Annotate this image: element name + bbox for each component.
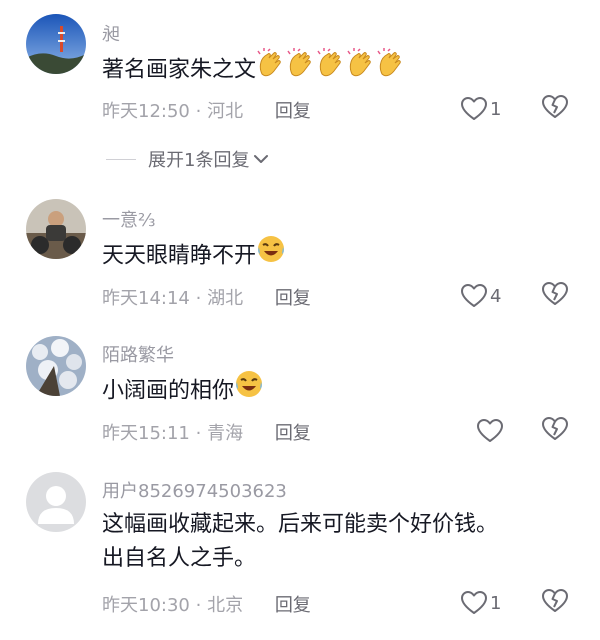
username[interactable]: 一意⅔ [102,206,155,232]
expand-replies-button[interactable]: 展开1条回复 [106,144,269,174]
clap-emoji-group [256,48,406,83]
divider-line [106,158,136,160]
dislike-button[interactable] [541,589,569,617]
meta-separator: · [195,423,202,444]
broken-heart-icon [541,416,569,446]
comment-meta: 昨天15:11 · 青海 回复 [102,419,311,445]
meta-separator: · [195,101,202,122]
heart-icon [476,418,504,444]
comment-time: 昨天10:30 [102,595,190,616]
laugh-cry-emoji [256,234,286,275]
comment-time: 昨天14:14 [102,288,190,309]
comment-text: 这幅画收藏起来。后来可能卖个好价钱。 出自名人之手。 [102,508,498,576]
comment-text: 天天眼睛睁不开 [102,236,286,275]
comment-location: 青海 [207,423,244,444]
comment-time: 昨天12:50 [102,101,190,122]
broken-heart-icon [541,588,569,618]
username[interactable]: 昶 [102,20,120,46]
avatar[interactable] [26,199,86,259]
comment-text-content: 著名画家朱之文 [102,57,257,83]
meta-separator: · [195,288,202,309]
comment-text-content: 天天眼睛睁不开 [102,243,257,269]
avatar[interactable] [26,472,86,532]
broken-heart-icon [541,94,569,124]
comment-meta: 昨天12:50 · 河北 回复 [102,97,311,123]
comment-text-content: 小阔画的相你 [102,378,235,404]
clap-emoji [316,48,346,89]
heart-icon [460,283,488,309]
avatar[interactable] [26,336,86,396]
comment-meta: 昨天10:30 · 北京 回复 [102,591,311,617]
heart-icon [460,96,488,122]
comment-text: 小阔画的相你 [102,371,264,410]
username[interactable]: 陌路繁华 [102,341,174,367]
like-button[interactable]: 1 [460,589,501,617]
dislike-button[interactable] [541,282,569,310]
like-button[interactable]: 4 [460,282,501,310]
expand-replies-label: 展开1条回复 [148,150,250,171]
comment-location: 湖北 [207,288,244,309]
heart-icon [460,590,488,616]
like-count: 4 [490,285,502,307]
clap-emoji [286,48,316,89]
broken-heart-icon [541,281,569,311]
dislike-button[interactable] [541,417,569,445]
comment-text: 著名画家朱之文 [102,48,406,89]
dislike-button[interactable] [541,95,569,123]
meta-separator: · [195,595,202,616]
clap-emoji [346,48,376,89]
reply-button[interactable]: 回复 [275,101,311,122]
like-button[interactable]: 1 [460,95,501,123]
like-button[interactable] [476,417,506,445]
comment-location: 北京 [207,595,244,616]
comment-meta: 昨天14:14 · 湖北 回复 [102,284,311,310]
avatar[interactable] [26,14,86,74]
like-count: 1 [490,592,502,614]
comment-text-line: 这幅画收藏起来。后来可能卖个好价钱。 [102,512,499,537]
clap-emoji [376,48,406,89]
reply-button[interactable]: 回复 [275,288,311,309]
reply-button[interactable]: 回复 [275,595,311,616]
laugh-cry-emoji [234,369,264,410]
username[interactable]: 用户8526974503623 [102,477,287,503]
comment-text-line: 出自名人之手。 [102,546,257,571]
chevron-down-icon [253,150,269,169]
comment-time: 昨天15:11 [102,423,190,444]
comment-location: 河北 [207,101,244,122]
reply-button[interactable]: 回复 [275,423,311,444]
clap-emoji [256,48,286,89]
like-count: 1 [490,98,502,120]
